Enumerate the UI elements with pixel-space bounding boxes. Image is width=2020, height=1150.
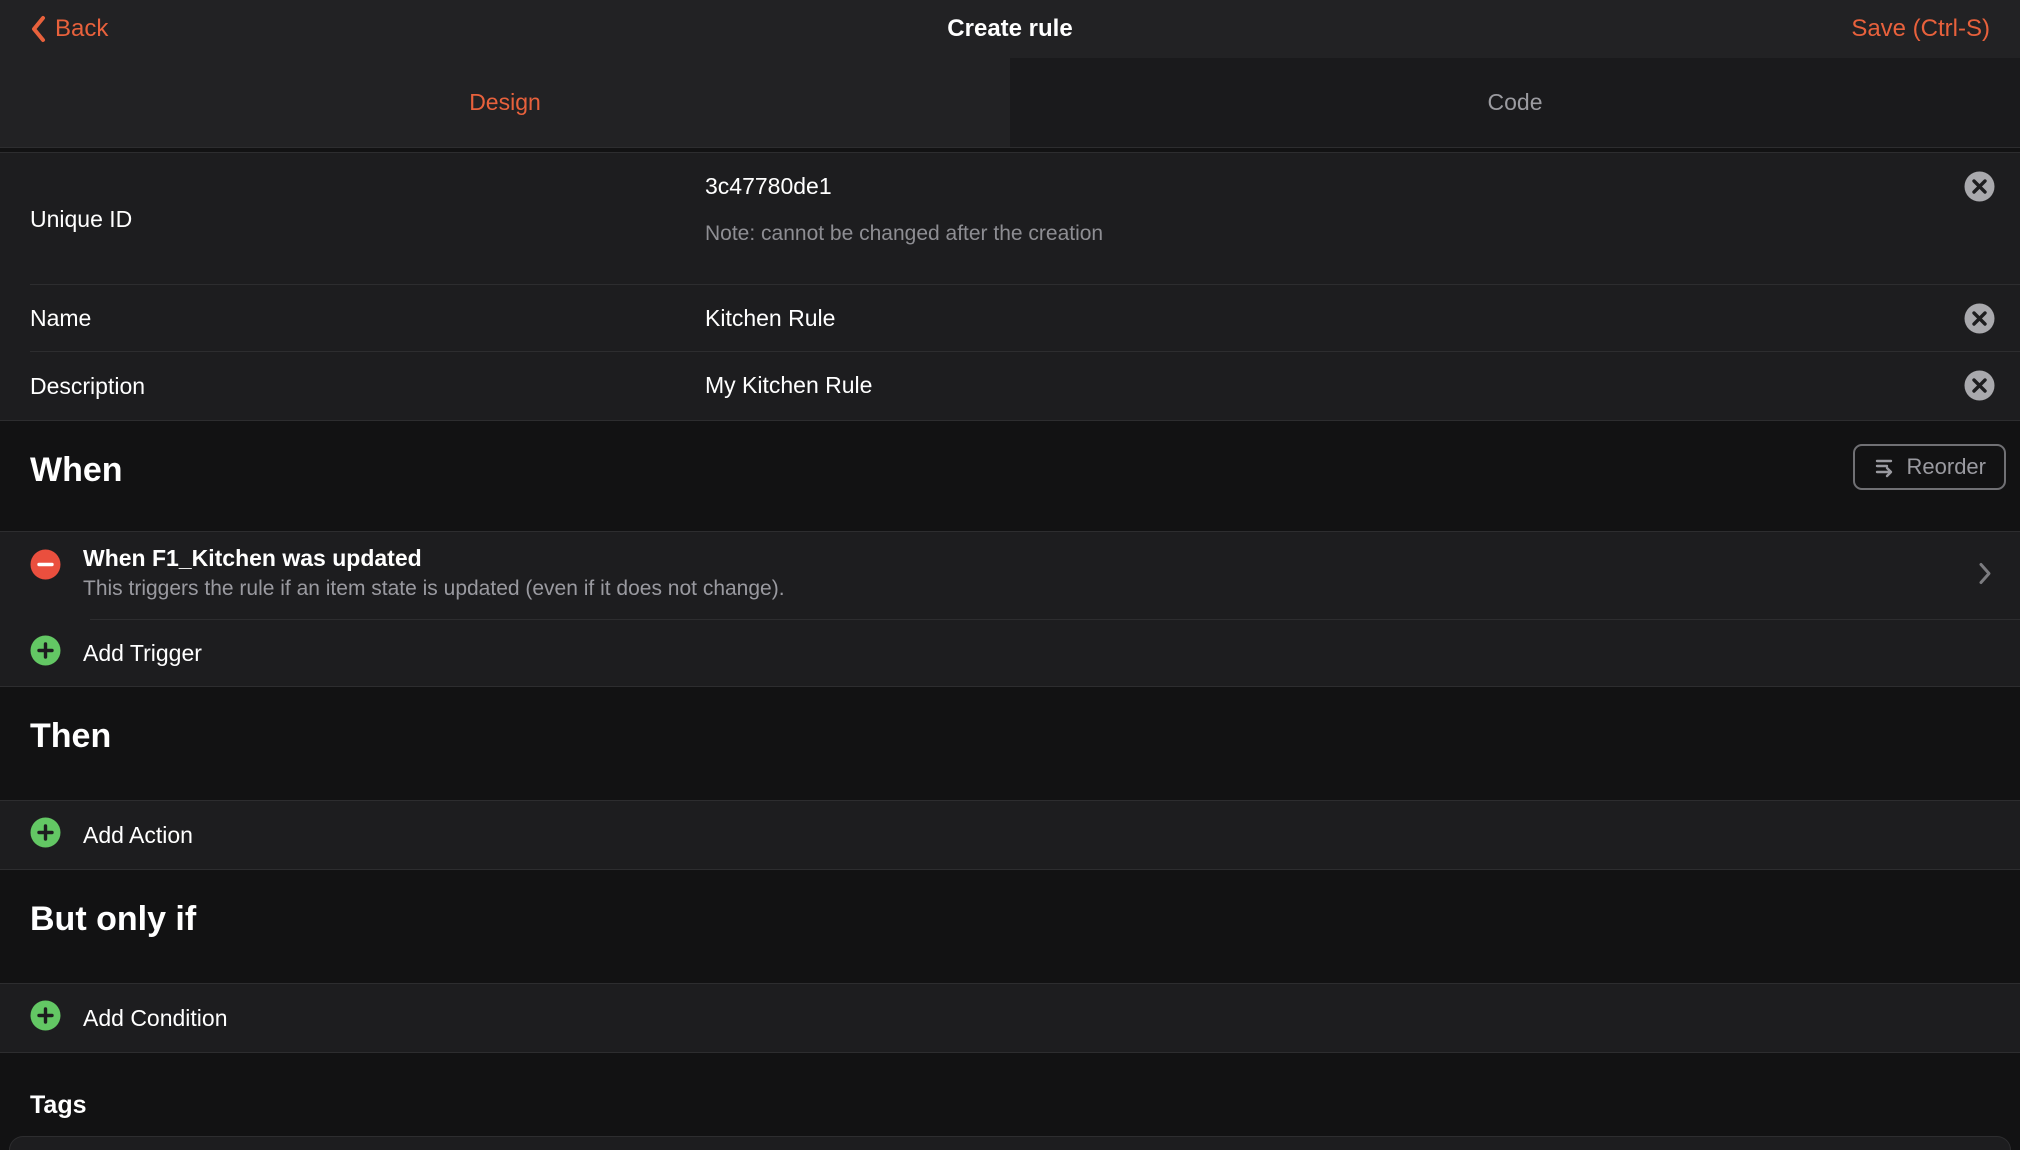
tags-title: Tags bbox=[30, 1091, 1990, 1120]
page-title: Create rule bbox=[0, 15, 2020, 43]
tab-design[interactable]: Design bbox=[0, 58, 1010, 147]
tab-code[interactable]: Code bbox=[1010, 58, 2020, 147]
conditions-card: Add Condition bbox=[0, 983, 2020, 1053]
unique-id-note: Note: cannot be changed after the creati… bbox=[705, 220, 1930, 272]
reorder-icon bbox=[1873, 456, 1897, 478]
then-section-header: Then bbox=[0, 687, 2020, 800]
save-button[interactable]: Save (Ctrl-S) bbox=[1851, 15, 1990, 43]
unique-id-input[interactable] bbox=[705, 153, 1930, 220]
tags-section-header: Tags bbox=[0, 1053, 2020, 1136]
add-action-button[interactable]: Add Action bbox=[0, 801, 2020, 869]
tags-card: Semantic Class None bbox=[9, 1136, 2011, 1150]
add-condition-button[interactable]: Add Condition bbox=[0, 984, 2020, 1052]
description-label: Description bbox=[30, 352, 705, 420]
clear-circle-icon bbox=[1964, 370, 1995, 401]
navbar: Back Create rule Save (Ctrl-S) bbox=[0, 0, 2020, 58]
triggers-card: When F1_Kitchen was updated This trigger… bbox=[0, 531, 2020, 687]
plus-circle-icon bbox=[30, 817, 61, 853]
reorder-label: Reorder bbox=[1907, 454, 1986, 480]
clear-circle-icon bbox=[1964, 171, 1995, 202]
add-trigger-button[interactable]: Add Trigger bbox=[0, 620, 2020, 686]
when-section-header: When Reorder bbox=[0, 421, 2020, 531]
trigger-title: When F1_Kitchen was updated bbox=[83, 545, 1950, 572]
plus-circle-icon bbox=[30, 635, 61, 671]
name-row: Name bbox=[0, 285, 2020, 352]
unique-id-label: Unique ID bbox=[30, 153, 705, 285]
trigger-subtitle: This triggers the rule if an item state … bbox=[83, 577, 1950, 601]
when-title: When bbox=[30, 451, 1990, 490]
reorder-button[interactable]: Reorder bbox=[1853, 444, 2006, 490]
then-title: Then bbox=[30, 717, 1990, 756]
chevron-right-icon bbox=[1978, 562, 1992, 591]
name-label: Name bbox=[30, 285, 705, 352]
unique-id-row: Unique ID Note: cannot be changed after … bbox=[0, 153, 2020, 285]
rule-fields-card: Unique ID Note: cannot be changed after … bbox=[0, 152, 2020, 421]
add-condition-label: Add Condition bbox=[83, 1005, 228, 1032]
but-only-if-section-header: But only if bbox=[0, 870, 2020, 983]
create-rule-page: Back Create rule Save (Ctrl-S) Design Co… bbox=[0, 0, 2020, 1150]
clear-circle-icon bbox=[1964, 303, 1995, 334]
actions-card: Add Action bbox=[0, 800, 2020, 870]
name-input[interactable] bbox=[705, 285, 1930, 352]
semantic-class-row[interactable]: Semantic Class None bbox=[10, 1137, 2010, 1150]
remove-trigger-icon[interactable] bbox=[30, 549, 61, 605]
back-label: Back bbox=[55, 15, 108, 43]
divider bbox=[90, 619, 2020, 620]
description-row: Description bbox=[0, 352, 2020, 420]
tabbar: Design Code bbox=[0, 58, 2020, 148]
add-action-label: Add Action bbox=[83, 822, 193, 849]
back-button[interactable]: Back bbox=[30, 15, 108, 43]
plus-circle-icon bbox=[30, 1000, 61, 1036]
add-trigger-label: Add Trigger bbox=[83, 640, 202, 667]
clear-description-button[interactable] bbox=[1964, 370, 1995, 401]
chevron-left-icon bbox=[30, 15, 47, 43]
clear-name-button[interactable] bbox=[1964, 303, 1995, 334]
but-only-if-title: But only if bbox=[30, 900, 1990, 939]
description-input[interactable] bbox=[705, 352, 1930, 419]
clear-unique-id-button[interactable] bbox=[1964, 171, 1995, 202]
tab-code-label: Code bbox=[1488, 89, 1543, 116]
trigger-row[interactable]: When F1_Kitchen was updated This trigger… bbox=[0, 532, 2020, 620]
tab-design-label: Design bbox=[469, 89, 541, 116]
